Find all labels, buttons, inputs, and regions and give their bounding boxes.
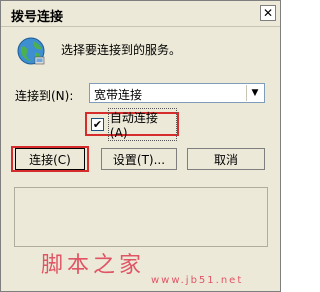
auto-connect-label[interactable]: 自动连接(A) [107,107,177,141]
connect-button[interactable]: 连接(C) [15,148,85,170]
auto-connect-checkbox[interactable]: ✔ [91,117,104,131]
dialup-dialog: 拨号连接 ✕ 选择要连接到的服务。 连接到(N): 宽带连接 ▼ ✔ 自动连接(… [0,0,281,292]
watermark-url: www.jb51.net [151,275,244,286]
close-button[interactable]: ✕ [260,5,276,21]
auto-connect-highlight: ✔ 自动连接(A) [85,107,179,141]
window-title: 拨号连接 [11,10,64,25]
cancel-button-label: 取消 [213,152,238,167]
chevron-down-icon[interactable]: ▼ [246,85,263,101]
connect-to-label: 连接到(N): [15,89,74,103]
prompt-text: 选择要连接到的服务。 [61,43,182,57]
connect-to-value: 宽带连接 [94,88,143,102]
settings-button-label: 设置(T)... [112,152,166,167]
settings-button[interactable]: 设置(T)... [101,148,177,170]
connect-to-select[interactable]: 宽带连接 ▼ [89,83,265,103]
globe-network-icon [17,37,45,65]
close-icon: ✕ [262,6,274,20]
title-bar[interactable]: 拨号连接 ✕ [1,1,280,27]
watermark-site-name: 脚本之家 [41,253,146,278]
connect-button-label: 连接(C) [29,152,71,167]
cancel-button[interactable]: 取消 [187,148,265,170]
status-panel [14,187,268,247]
